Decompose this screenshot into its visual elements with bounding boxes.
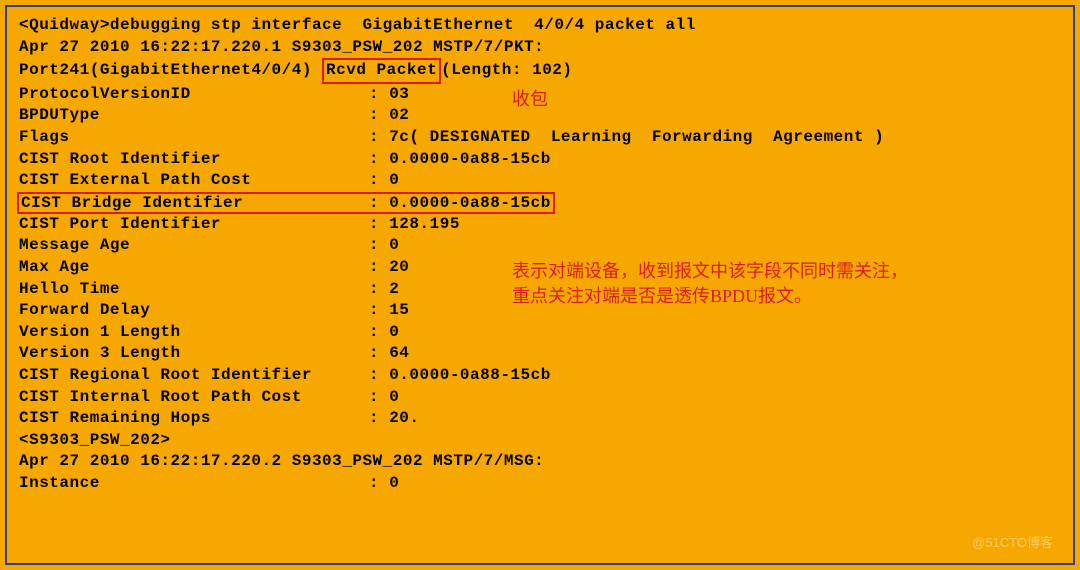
cist-bridge-id-row-wrapper: CIST Bridge Identifier : 0.0000-0a88-15c… [19,192,1061,214]
field-label: CIST External Path Cost [19,170,369,192]
field-value: : 20 [369,257,409,279]
annotation-rcvd: 收包 [512,85,548,111]
field-label: Hello Time [19,279,369,301]
field-label: Instance [19,473,369,495]
field-label: CIST Internal Root Path Cost [19,387,369,409]
cist-ext-path-cost-row: CIST External Path Cost : 0 [19,170,1061,192]
annotation-bridge-line1: 表示对端设备，收到报文中该字段不同时需关注， [512,259,908,284]
cist-port-id-row: CIST Port Identifier : 128.195 [19,214,1061,236]
field-label: CIST Regional Root Identifier [19,365,369,387]
field-label: ProtocolVersionID [19,84,369,106]
field-value: : 0 [369,170,399,192]
timestamp-line-2: Apr 27 2010 16:22:17.220.2 S9303_PSW_202… [19,451,1061,473]
field-value: : 02 [369,105,409,127]
rcvd-packet-highlight: Rcvd Packet [322,58,441,84]
field-label: Flags [19,127,369,149]
annotation-bridge-line2: 重点关注对端是否是透传BPDU报文。 [512,284,908,309]
field-value: : 15 [369,300,409,322]
field-value: : 128.195 [369,214,460,236]
field-value: : 0.0000-0a88-15cb [369,149,551,171]
cist-root-id-row: CIST Root Identifier : 0.0000-0a88-15cb [19,149,1061,171]
timestamp-line: Apr 27 2010 16:22:17.220.1 S9303_PSW_202… [19,37,1061,59]
field-label: BPDUType [19,105,369,127]
cist-internal-root-path-row: CIST Internal Root Path Cost : 0 [19,387,1061,409]
version-3-length-row: Version 3 Length : 64 [19,343,1061,365]
command-line: <Quidway>debugging stp interface Gigabit… [19,15,1061,37]
cist-regional-root-id-row: CIST Regional Root Identifier : 0.0000-0… [19,365,1061,387]
length-suffix: (Length: 102) [441,61,572,79]
field-label: Max Age [19,257,369,279]
field-value: : 0 [369,473,399,495]
field-value: : 64 [369,343,409,365]
field-value: : 0.0000-0a88-15cb [369,365,551,387]
field-value: : 20. [369,408,420,430]
field-value: : 0 [369,235,399,257]
field-value: : 2 [369,279,399,301]
field-value: : 03 [369,84,409,106]
terminal-output: <Quidway>debugging stp interface Gigabit… [5,5,1075,565]
field-label: Message Age [19,235,369,257]
instance-row: Instance : 0 [19,473,1061,495]
field-value: : 0.0000-0a88-15cb [369,194,551,212]
cist-bridge-id-highlight: CIST Bridge Identifier : 0.0000-0a88-15c… [17,192,555,214]
field-label: Forward Delay [19,300,369,322]
message-age-row: Message Age : 0 [19,235,1061,257]
field-value: : 0 [369,322,399,344]
field-label: Version 1 Length [19,322,369,344]
watermark: @51CTO博客 [972,532,1053,551]
field-value: : 7c( DESIGNATED Learning Forwarding Agr… [369,127,884,149]
version-1-length-row: Version 1 Length : 0 [19,322,1061,344]
prompt-line: <S9303_PSW_202> [19,430,1061,452]
field-label: CIST Root Identifier [19,149,369,171]
field-value: : 0 [369,387,399,409]
field-label: CIST Bridge Identifier [21,194,369,212]
cist-remaining-hops-row: CIST Remaining Hops : 20. [19,408,1061,430]
port-line: Port241(GigabitEthernet4/0/4) Rcvd Packe… [19,58,1061,84]
flags-row: Flags : 7c( DESIGNATED Learning Forwardi… [19,127,1061,149]
field-label: Version 3 Length [19,343,369,365]
field-label: CIST Remaining Hops [19,408,369,430]
field-label: CIST Port Identifier [19,214,369,236]
annotation-bridge: 表示对端设备，收到报文中该字段不同时需关注， 重点关注对端是否是透传BPDU报文… [512,259,908,309]
port-prefix: Port241(GigabitEthernet4/0/4) [19,61,322,79]
